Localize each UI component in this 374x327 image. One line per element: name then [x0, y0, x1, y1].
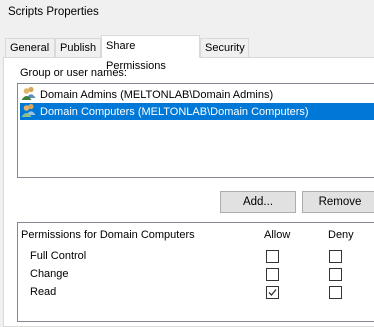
- read-deny-checkbox[interactable]: [329, 286, 342, 299]
- permission-label-read: Read: [30, 286, 57, 298]
- full-control-allow-checkbox[interactable]: [266, 250, 279, 263]
- add-button[interactable]: Add...: [220, 191, 296, 213]
- read-allow-checkbox[interactable]: [266, 286, 279, 299]
- change-allow-checkbox[interactable]: [266, 268, 279, 281]
- tab-publish[interactable]: Publish: [55, 38, 101, 57]
- checkmark-icon: [268, 289, 277, 296]
- tab-share-permissions[interactable]: Share Permissions: [101, 35, 200, 72]
- remove-button[interactable]: Remove: [302, 191, 374, 213]
- change-deny-checkbox[interactable]: [329, 268, 342, 281]
- group-user-list[interactable]: Domain Admins (MELTONLAB\Domain Admins) …: [17, 83, 374, 178]
- list-item-selected[interactable]: Domain Computers (MELTONLAB\Domain Compu…: [20, 103, 374, 120]
- list-item[interactable]: Domain Admins (MELTONLAB\Domain Admins): [20, 86, 374, 103]
- tab-general[interactable]: General: [5, 38, 55, 57]
- permissions-table: Permissions for Domain Computers Allow D…: [17, 222, 374, 322]
- users-icon: [21, 86, 37, 100]
- list-item-label: Domain Computers (MELTONLAB\Domain Compu…: [40, 106, 309, 118]
- tab-security[interactable]: Security: [200, 38, 249, 57]
- permission-label-full-control: Full Control: [30, 250, 87, 262]
- permissions-header: Permissions for Domain Computers: [21, 229, 195, 241]
- users-icon: [21, 103, 37, 117]
- list-item-label: Domain Admins (MELTONLAB\Domain Admins): [40, 89, 274, 101]
- group-names-label: Group or user names:: [20, 67, 127, 79]
- permission-label-change: Change: [30, 268, 69, 280]
- deny-column-header: Deny: [328, 229, 354, 241]
- window-title: Scripts Properties: [8, 6, 99, 18]
- full-control-deny-checkbox[interactable]: [329, 250, 342, 263]
- allow-column-header: Allow: [264, 229, 291, 241]
